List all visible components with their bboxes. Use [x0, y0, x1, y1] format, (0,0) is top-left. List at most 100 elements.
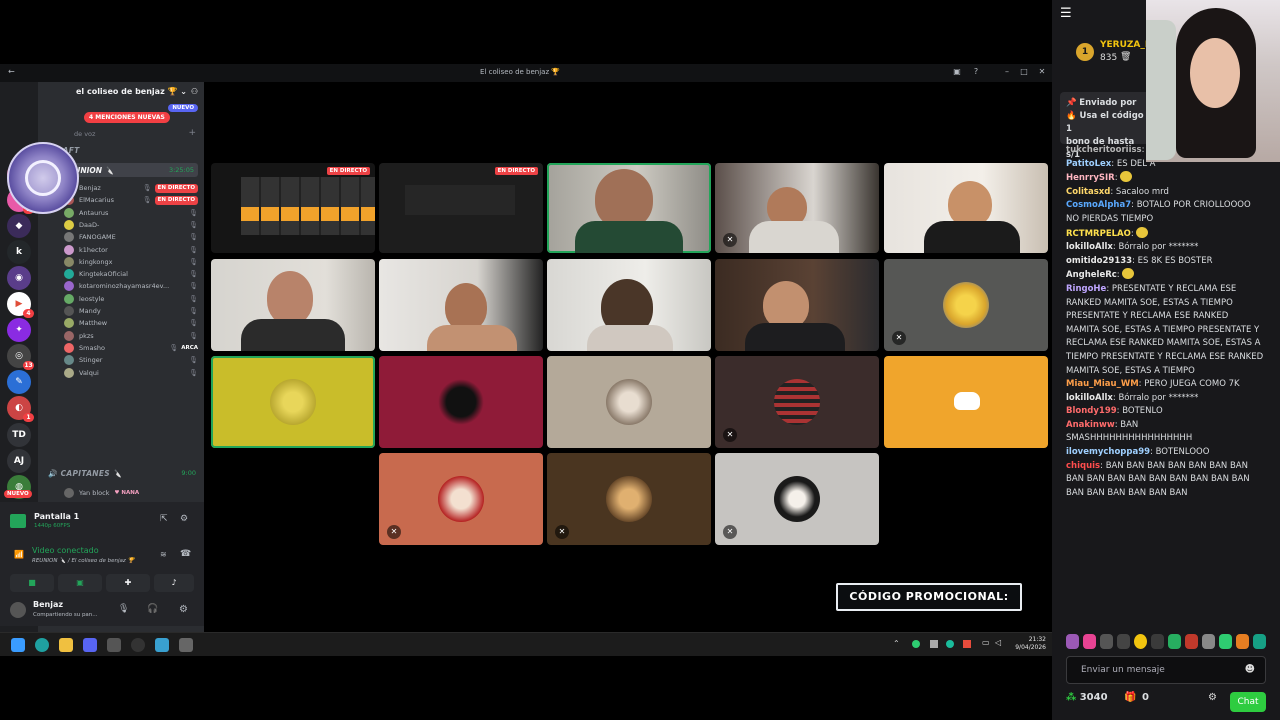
mic-muted-icon: ✕ [723, 428, 737, 442]
chat-username[interactable]: omitido29133 [1066, 256, 1132, 266]
emote-row [1066, 634, 1266, 652]
emoji-icon[interactable]: ☻ [1245, 664, 1255, 675]
chat-message: AngheleRc: [1066, 268, 1264, 283]
tray-icon-4[interactable] [963, 640, 971, 648]
chat-text: Sacaloo mrd [1115, 186, 1169, 197]
menu-icon[interactable]: ☰ [1060, 7, 1074, 22]
avatar-tile-8[interactable]: ✕ [884, 259, 1048, 351]
promo-banner: CÓDIGO PROMOCIONAL: [836, 583, 1022, 611]
tray-icon-1[interactable] [912, 640, 920, 648]
chat-text: PRESENTATE Y RECLAMA ESE RANKED MAMITA S… [1066, 283, 1264, 376]
avatar-tile-10[interactable] [379, 356, 543, 448]
fire-icon: 🔥 [1066, 111, 1080, 121]
notepad-icon[interactable] [155, 638, 169, 652]
camera-tile-4[interactable] [211, 259, 375, 351]
camera-tile-7[interactable] [715, 259, 879, 351]
stream-tile-benjaz[interactable]: EN DIRECTO [211, 163, 375, 253]
gift-count: 0 [1142, 692, 1149, 703]
chat-username[interactable]: Anakinww [1066, 420, 1115, 430]
gift-icon: 🗑 [1120, 52, 1132, 62]
emote-8[interactable] [1185, 634, 1198, 649]
discord-app-icon[interactable] [83, 638, 97, 652]
calculator-icon[interactable] [179, 638, 193, 652]
network-icon[interactable]: ▭ [982, 638, 990, 647]
emote-7[interactable] [1168, 634, 1181, 649]
chat-username[interactable]: lokilloAllx [1066, 242, 1113, 252]
camera-tile-2[interactable]: ✕ [715, 163, 879, 253]
chat-message: lokilloAllx: Bórralo por ******* [1066, 242, 1199, 253]
gift-icon[interactable]: 🎁 [1124, 692, 1136, 703]
emote-3[interactable] [1100, 634, 1113, 649]
discord-tile-13[interactable] [884, 356, 1048, 448]
chat-username[interactable]: Blondy199 [1066, 406, 1117, 416]
chat-username[interactable]: RCTMRPELAO [1066, 229, 1131, 239]
chat-message: ilovemychoppa99: BOTENLOOO [1066, 447, 1210, 458]
avatar-tile-14[interactable]: ✕ [379, 453, 543, 545]
stream-tile-elmacarius[interactable]: EN DIRECTO [379, 163, 543, 253]
tray-icon-3[interactable] [946, 640, 954, 648]
taskbar-app-icon[interactable] [107, 638, 121, 652]
avatar-tile-16[interactable]: ✕ [715, 453, 879, 545]
rank-badge: 1 [1076, 43, 1094, 61]
chat-text: Bórralo por ******* [1118, 392, 1199, 403]
chat-username[interactable]: ilovemychoppa99 [1066, 447, 1150, 457]
chat-messages: tukcheritooriiss: PatitoLex: ES DEL A Hen… [1066, 143, 1264, 500]
start-icon[interactable] [11, 638, 25, 652]
chat-username[interactable]: Miau_Miau_WM [1066, 379, 1139, 389]
avatar-tile-9[interactable] [211, 356, 375, 448]
explorer-icon[interactable] [59, 638, 73, 652]
mic-muted-icon: ✕ [723, 233, 737, 247]
emote-1[interactable] [1066, 634, 1079, 649]
avatar-tile-12[interactable]: ✕ [715, 356, 879, 448]
emote-icon [1122, 268, 1135, 280]
sponsor-card[interactable]: 📌 Enviado por 🔥 Usa el código 1 bono de … [1060, 92, 1156, 160]
emote-11[interactable] [1236, 634, 1249, 649]
pin-icon: 📌 [1066, 98, 1080, 108]
discord-window: ← El coliseo de benjaz 🏆 ▣ ? – □ ✕ ♛5 ●2… [0, 64, 1052, 657]
camera-tile-5[interactable] [379, 259, 543, 351]
top-chatter: 1 YERUZA_M 835 🗑 [1062, 34, 1154, 68]
video-grid: EN DIRECTO EN DIRECTO ✕ ✕ ✕ ✕ ✕ ✕ [0, 64, 1052, 624]
chat-username[interactable]: chiquis [1066, 461, 1100, 471]
chat-username[interactable]: HenrrySIR [1066, 173, 1115, 183]
taskbar-clock[interactable]: 21:32 9/04/2026 [1006, 636, 1046, 652]
camera-tile-6[interactable] [547, 259, 711, 351]
edge-icon[interactable] [35, 638, 49, 652]
emote-9[interactable] [1202, 634, 1215, 649]
mic-muted-icon: ✕ [387, 525, 401, 539]
chat-username[interactable]: RingoHe [1066, 284, 1106, 294]
volume-icon[interactable]: ◁ [995, 638, 1001, 647]
points-icon[interactable]: ⁂ [1066, 692, 1080, 703]
top-user-points: 835 [1100, 53, 1118, 63]
chat-message: RingoHe: PRESENTATE Y RECLAMA ESE RANKED… [1066, 283, 1264, 376]
emote-2[interactable] [1083, 634, 1096, 649]
chat-username[interactable]: PatitoLex [1066, 159, 1111, 169]
avatar-tile-11[interactable] [547, 356, 711, 448]
discord-logo-icon [954, 392, 980, 410]
avatar-tile-15[interactable]: ✕ [547, 453, 711, 545]
chat-text: Bórralo por ******* [1118, 242, 1199, 253]
chat-input[interactable]: Enviar un mensaje ☻ [1066, 656, 1266, 684]
emote-10[interactable] [1219, 634, 1232, 649]
emote-4[interactable] [1117, 634, 1130, 649]
chat-username[interactable]: CosmoAlpha7 [1066, 200, 1131, 210]
chat-settings-icon[interactable]: ⚙ [1208, 692, 1217, 703]
tray-chevron-icon[interactable]: ⌃ [893, 639, 900, 648]
send-chat-button[interactable]: Chat [1230, 692, 1266, 712]
chat-message: Blondy199: BOTENLO [1066, 406, 1163, 417]
emote-6[interactable] [1151, 634, 1164, 649]
chat-username[interactable]: AngheleRc [1066, 270, 1117, 280]
camera-tile-3[interactable] [884, 163, 1048, 253]
emote-icon [1136, 226, 1149, 238]
chat-username[interactable]: lokilloAllx [1066, 393, 1113, 403]
emote-icon [1120, 171, 1133, 183]
tray-icon-2[interactable] [930, 640, 938, 648]
obs-icon[interactable] [131, 638, 145, 652]
chat-message: Miau_Miau_WM: PERO JUEGA COMO 7K [1066, 379, 1240, 390]
emote-5[interactable] [1134, 634, 1147, 649]
camera-tile-1[interactable] [547, 163, 711, 253]
chat-username[interactable]: Colitasxd [1066, 187, 1110, 197]
chat-username[interactable]: tukcheritooriiss [1066, 145, 1142, 155]
emote-12[interactable] [1253, 634, 1266, 649]
chat-message: HenrrySIR: [1066, 171, 1264, 186]
